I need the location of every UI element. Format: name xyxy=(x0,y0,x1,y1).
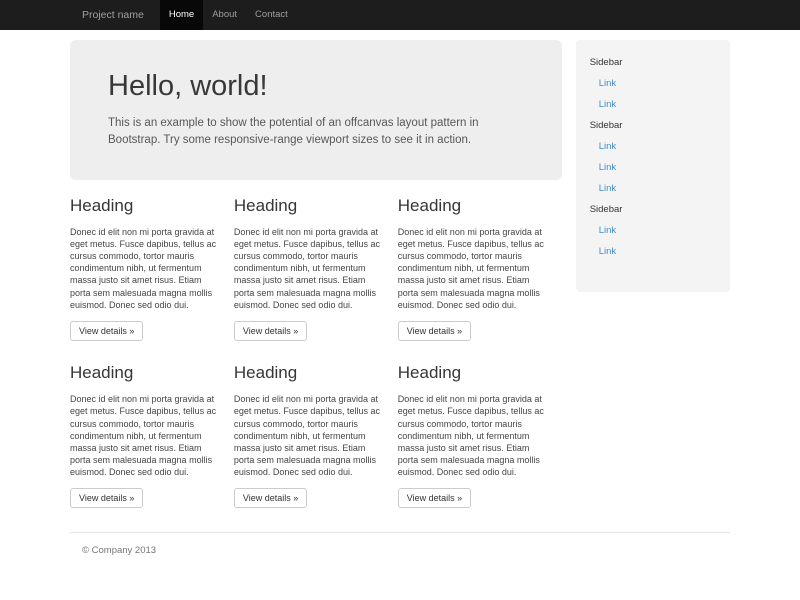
sidebar-link[interactable]: Link xyxy=(586,178,720,199)
sidebar-link[interactable]: Link xyxy=(586,220,720,241)
card-body: Donec id elit non mi porta gravida at eg… xyxy=(70,226,218,311)
card-heading: Heading xyxy=(398,196,546,216)
sidebar-link[interactable]: Link xyxy=(586,241,720,262)
card-6: Heading Donec id elit non mi porta gravi… xyxy=(398,363,562,508)
card-body: Donec id elit non mi porta gravida at eg… xyxy=(398,393,546,478)
card-body: Donec id elit non mi porta gravida at eg… xyxy=(398,226,546,311)
jumbotron: Hello, world! This is an example to show… xyxy=(70,40,562,180)
card-2: Heading Donec id elit non mi porta gravi… xyxy=(234,196,398,341)
card-body: Donec id elit non mi porta gravida at eg… xyxy=(234,226,382,311)
view-details-button[interactable]: View details » xyxy=(398,321,471,341)
nav-item-home[interactable]: Home xyxy=(160,0,203,30)
sidebar-column: Sidebar Link Link Sidebar Link Link Link… xyxy=(562,40,730,530)
cards-row-1: Heading Donec id elit non mi porta gravi… xyxy=(70,196,562,341)
cards-row-2: Heading Donec id elit non mi porta gravi… xyxy=(70,363,562,508)
nav-item-contact[interactable]: Contact xyxy=(246,0,297,30)
nav-item-about[interactable]: About xyxy=(203,0,246,30)
nav-list-item: Contact xyxy=(246,0,297,30)
view-details-button[interactable]: View details » xyxy=(234,488,307,508)
view-details-button[interactable]: View details » xyxy=(70,488,143,508)
card-4: Heading Donec id elit non mi porta gravi… xyxy=(70,363,234,508)
nav-list-item: About xyxy=(203,0,246,30)
view-details-button[interactable]: View details » xyxy=(234,321,307,341)
sidebar-heading: Sidebar xyxy=(586,115,720,136)
card-1: Heading Donec id elit non mi porta gravi… xyxy=(70,196,234,341)
card-heading: Heading xyxy=(70,363,218,383)
main-content: Hello, world! This is an example to show… xyxy=(70,40,562,530)
card-body: Donec id elit non mi porta gravida at eg… xyxy=(70,393,218,478)
card-heading: Heading xyxy=(398,363,546,383)
navbar-brand[interactable]: Project name xyxy=(70,0,156,30)
view-details-button[interactable]: View details » xyxy=(398,488,471,508)
jumbotron-text: This is an example to show the potential… xyxy=(108,115,524,150)
copyright-text: © Company 2013 xyxy=(70,545,730,556)
sidebar: Sidebar Link Link Sidebar Link Link Link… xyxy=(576,40,730,292)
card-5: Heading Donec id elit non mi porta gravi… xyxy=(234,363,398,508)
card-heading: Heading xyxy=(234,363,382,383)
card-3: Heading Donec id elit non mi porta gravi… xyxy=(398,196,562,341)
navbar-menu: Home About Contact xyxy=(160,0,297,30)
sidebar-link[interactable]: Link xyxy=(586,136,720,157)
sidebar-heading: Sidebar xyxy=(586,52,720,73)
footer: © Company 2013 xyxy=(70,532,730,586)
card-body: Donec id elit non mi porta gravida at eg… xyxy=(234,393,382,478)
content-row: Hello, world! This is an example to show… xyxy=(70,40,730,530)
nav-list-item: Home xyxy=(160,0,203,30)
view-details-button[interactable]: View details » xyxy=(70,321,143,341)
sidebar-link[interactable]: Link xyxy=(586,73,720,94)
sidebar-link[interactable]: Link xyxy=(586,94,720,115)
card-heading: Heading xyxy=(70,196,218,216)
jumbotron-title: Hello, world! xyxy=(108,70,524,103)
card-heading: Heading xyxy=(234,196,382,216)
navbar: Project name Home About Contact xyxy=(0,0,800,30)
sidebar-link[interactable]: Link xyxy=(586,157,720,178)
sidebar-heading: Sidebar xyxy=(586,199,720,220)
